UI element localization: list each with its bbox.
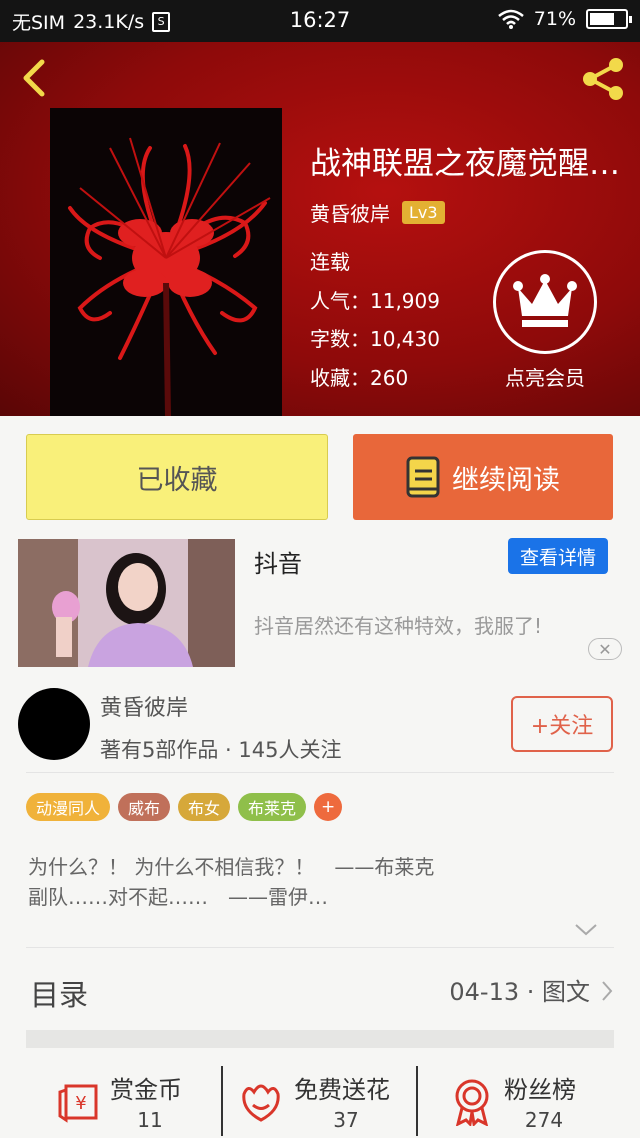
author-section: 黄昏彼岸 著有5部作品 · 145人关注 +关注 xyxy=(0,676,640,774)
ad-image[interactable] xyxy=(18,539,235,667)
ad-title: 抖音 xyxy=(254,550,302,578)
reward-coin-button[interactable]: ¥ 赏金币 11 xyxy=(0,1060,220,1138)
synopsis[interactable]: 为什么？！ 为什么不相信我？！ ——布莱克 副队……对不起…… ——雷伊… xyxy=(28,852,614,912)
back-arrow-icon xyxy=(23,59,45,97)
view-details-button[interactable]: 查看详情 xyxy=(508,538,608,574)
toc-title: 目录 xyxy=(30,978,89,1012)
free-flower-label: 免费送花 xyxy=(294,1076,390,1104)
reward-coin-count: 11 xyxy=(137,1108,163,1132)
book-author[interactable]: 黄昏彼岸 xyxy=(310,198,390,227)
tag-item[interactable]: 布女 xyxy=(178,793,231,821)
vip-button[interactable]: 点亮会员 xyxy=(492,250,598,390)
synopsis-line: 为什么？！ 为什么不相信我？！ ——布莱克 xyxy=(28,855,435,879)
level-badge: Lv3 xyxy=(402,201,445,224)
book-icon xyxy=(406,456,440,498)
avatar[interactable] xyxy=(18,688,90,760)
ad-photo xyxy=(18,539,235,667)
status-bar: 无SIM 23.1K/s S 16:27 71% xyxy=(0,0,640,42)
reward-coin-label: 赏金币 xyxy=(110,1076,182,1104)
battery-fill xyxy=(590,13,615,25)
words-value: 10,430 xyxy=(370,327,440,351)
ad-banner[interactable]: 抖音 查看详情 抖音居然还有这种特效，我服了! ✕ xyxy=(0,530,640,676)
collected-button[interactable]: 已收藏 xyxy=(26,434,328,520)
tag-list: 动漫同人 威布 布女 布莱克 + xyxy=(26,793,343,821)
synopsis-line: 副队……对不起…… ——雷伊… xyxy=(28,885,328,909)
ad-close-button[interactable]: ✕ xyxy=(588,638,622,660)
fan-ranking-label: 粉丝榜 xyxy=(504,1076,576,1104)
book-cover[interactable] xyxy=(50,108,282,416)
book-title: 战神联盟之夜魔觉醒… xyxy=(310,146,620,182)
words-label: 字数： xyxy=(310,327,370,351)
tag-item[interactable]: 威布 xyxy=(118,793,171,821)
share-button[interactable] xyxy=(578,56,628,102)
red-spider-lily-image xyxy=(50,108,282,416)
continue-reading-label: 继续阅读 xyxy=(452,464,560,496)
vip-circle xyxy=(493,250,597,354)
word-count-stat: 字数：10,430 xyxy=(310,323,440,352)
crown-icon xyxy=(513,274,577,327)
battery-icon xyxy=(586,9,632,29)
divider xyxy=(26,772,614,773)
back-button[interactable] xyxy=(16,58,52,98)
section-separator xyxy=(26,1030,614,1048)
favorites-stat: 收藏：260 xyxy=(310,362,408,391)
continue-reading-button[interactable]: 继续阅读 xyxy=(353,434,613,520)
flower-icon xyxy=(242,1084,280,1122)
popularity-label: 人气： xyxy=(310,289,370,313)
collected-label: 已收藏 xyxy=(136,464,218,496)
popularity-value: 11,909 xyxy=(370,289,440,313)
svg-text:¥: ¥ xyxy=(75,1093,86,1114)
table-of-contents-row[interactable]: 目录 04-13 · 图文 xyxy=(0,948,640,1030)
vip-label: 点亮会员 xyxy=(505,366,585,390)
favorites-value: 260 xyxy=(370,366,409,390)
fan-ranking-button[interactable]: 粉丝榜 274 xyxy=(420,1060,640,1138)
popularity-stat: 人气：11,909 xyxy=(310,285,440,314)
add-tag-button[interactable]: + xyxy=(314,793,343,821)
wifi-icon xyxy=(497,9,524,29)
book-header: 战神联盟之夜魔觉醒… 黄昏彼岸 Lv3 连载 人气：11,909 字数：10,4… xyxy=(0,42,640,416)
follow-button[interactable]: +关注 xyxy=(511,696,613,752)
author-meta: 著有5部作品 · 145人关注 xyxy=(100,738,342,762)
medal-icon xyxy=(455,1079,489,1126)
red-envelope-icon: ¥ xyxy=(58,1084,98,1123)
fan-ranking-count: 274 xyxy=(524,1108,564,1132)
chevron-down-icon[interactable] xyxy=(574,922,598,938)
battery-percent: 71% xyxy=(533,8,576,30)
ad-description: 抖音居然还有这种特效，我服了! xyxy=(254,614,543,638)
bottom-action-bar: ¥ 赏金币 11 免费送花 37 粉丝榜 274 xyxy=(0,1060,640,1138)
separator xyxy=(221,1066,223,1136)
tag-item[interactable]: 动漫同人 xyxy=(26,793,111,821)
free-flower-button[interactable]: 免费送花 37 xyxy=(224,1060,416,1138)
serial-status: 连载 xyxy=(310,250,350,274)
free-flower-count: 37 xyxy=(333,1108,359,1132)
separator xyxy=(416,1066,418,1136)
author-name[interactable]: 黄昏彼岸 xyxy=(100,690,188,722)
chevron-right-icon xyxy=(602,981,613,1001)
toc-latest-info: 04-13 · 图文 xyxy=(449,978,590,1006)
favorites-label: 收藏： xyxy=(310,366,370,390)
share-icon xyxy=(583,58,623,100)
author-row: 黄昏彼岸 Lv3 xyxy=(310,198,445,227)
tag-item[interactable]: 布莱克 xyxy=(238,793,307,821)
